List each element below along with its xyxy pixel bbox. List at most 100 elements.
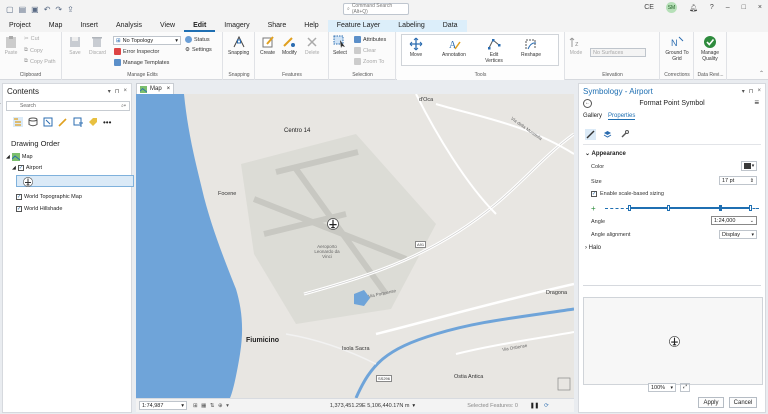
clear-selection-button[interactable]: Clear (354, 47, 376, 54)
list-by-snapping-icon[interactable] (73, 117, 83, 127)
symbol-tab-icon[interactable] (585, 129, 596, 140)
open-icon[interactable]: ▤ (19, 5, 27, 14)
scale-dropdown[interactable]: 1:74,987 ▾ (139, 401, 187, 410)
pin-icon[interactable]: ⊓ (115, 88, 120, 95)
snapping-button[interactable]: Snapping (228, 35, 249, 56)
slider-stop-4[interactable] (749, 205, 752, 211)
new-icon[interactable]: ▢ (6, 5, 14, 14)
add-stop-icon[interactable]: + (591, 204, 596, 213)
cut-button[interactable]: ✂ Cut (24, 36, 39, 42)
expand-caret-icon[interactable]: ◢ (6, 154, 10, 160)
map-view[interactable]: d'Oca Centro 14 Focene Aeroporto Leonard… (136, 94, 574, 398)
scale-based-sizing-checkbox[interactable]: ✓ Enable scale-based sizing (591, 191, 664, 197)
tab-data[interactable]: Data (434, 22, 467, 32)
expand-caret-icon[interactable]: ◢ (12, 165, 16, 171)
tab-map[interactable]: Map (40, 22, 72, 32)
airport-point-symbol[interactable] (327, 218, 339, 230)
paste-button[interactable]: Paste (4, 35, 18, 56)
list-by-source-icon[interactable] (28, 117, 38, 127)
topology-dropdown[interactable]: ⊞ No Topology ▾ (113, 36, 181, 45)
slider-stop-1[interactable] (628, 205, 631, 211)
chevron-down-icon[interactable]: ▾ (412, 403, 415, 409)
move-tool[interactable]: Move (409, 37, 423, 58)
settings-button[interactable]: ⚙ Settings (185, 47, 212, 53)
list-by-editing-icon[interactable] (58, 117, 68, 127)
list-by-labeling-icon[interactable] (88, 117, 98, 127)
angle-input[interactable]: 1:24,000 ⌄ (711, 216, 757, 225)
structure-tab-icon[interactable] (619, 129, 630, 140)
status-button[interactable]: Status (185, 36, 210, 43)
topo-visibility-checkbox[interactable]: ✓ (16, 194, 22, 200)
save-edits-button[interactable]: Save (68, 35, 82, 56)
spinner-icon[interactable]: ⇕ (750, 178, 754, 184)
checkbox[interactable]: ✓ (591, 191, 597, 197)
tab-properties[interactable]: Properties (608, 113, 636, 120)
delete-button[interactable]: Delete (305, 35, 319, 56)
preview-options-icon[interactable]: ⤢ (680, 383, 690, 392)
hillshade-visibility-checkbox[interactable]: ✓ (16, 206, 22, 212)
contents-search-input[interactable]: ▼ Search ⌕▾ (0, 101, 130, 111)
layer-airport[interactable]: ◢ ✓ Airport (12, 165, 42, 171)
airport-symbol-row[interactable] (16, 175, 134, 187)
manage-templates-button[interactable]: Manage Templates (114, 59, 169, 66)
close-pane-icon[interactable]: × (757, 88, 761, 95)
pane-options-icon[interactable]: ▾ (108, 88, 111, 95)
manage-quality-button[interactable]: Manage Quality (697, 35, 723, 62)
close-tab-icon[interactable]: × (167, 86, 171, 92)
collapse-ribbon-icon[interactable]: ⌃ (759, 70, 764, 77)
tab-insert[interactable]: Insert (71, 22, 107, 32)
close-button[interactable]: × (758, 4, 762, 11)
slider-stop-3[interactable] (719, 205, 722, 211)
undo-icon[interactable]: ↶ (44, 5, 51, 14)
slider-stop-2[interactable] (667, 205, 670, 211)
cancel-button[interactable]: Cancel (729, 397, 757, 408)
help-icon[interactable]: ? (710, 4, 714, 11)
create-button[interactable]: Create (260, 35, 275, 56)
map-view-tab[interactable]: Map × (136, 83, 174, 94)
tab-share[interactable]: Share (259, 22, 296, 32)
tab-analysis[interactable]: Analysis (107, 22, 151, 32)
tab-imagery[interactable]: Imagery (215, 22, 258, 32)
list-by-selection-icon[interactable] (43, 117, 53, 127)
list-by-drawing-order-icon[interactable] (13, 117, 23, 127)
splitter[interactable] (583, 285, 761, 286)
bell-icon[interactable]: 🔔︎ (689, 4, 698, 12)
spinner-icon[interactable]: ⌄ (750, 218, 754, 224)
angle-alignment-dropdown[interactable]: Display ▾ (719, 230, 757, 239)
layer-world-topographic-map[interactable]: ✓ World Topographic Map (16, 194, 82, 200)
tab-edit[interactable]: Edit (184, 22, 216, 32)
pin-icon[interactable]: ⊓ (749, 88, 754, 95)
halo-section[interactable]: › Halo (585, 245, 601, 251)
elevation-mode-button[interactable]: z Mode (569, 35, 583, 56)
scale-size-slider[interactable]: + (591, 204, 759, 214)
tab-help[interactable]: Help (295, 22, 327, 32)
size-input[interactable]: 17 pt ⇕ (719, 176, 757, 185)
reshape-tool[interactable]: Reshape (521, 37, 541, 58)
tab-view[interactable]: View (151, 22, 184, 32)
zoom-to-button[interactable]: Zoom To (354, 58, 384, 65)
maximize-button[interactable]: □ (742, 4, 746, 11)
tab-project[interactable]: Project (0, 22, 40, 32)
minimize-button[interactable]: – (726, 4, 730, 11)
layers-tab-icon[interactable] (602, 129, 613, 140)
layer-world-hillshade[interactable]: ✓ World Hillshade (16, 206, 62, 212)
apply-button[interactable]: Apply (698, 397, 724, 408)
tab-feature-layer[interactable]: Feature Layer (328, 22, 390, 32)
copy-button[interactable]: ⧉ Copy (24, 47, 43, 54)
share-icon[interactable]: ⇪ (67, 5, 74, 14)
appearance-section[interactable]: ⌄ Appearance (585, 150, 626, 157)
hamburger-menu-icon[interactable]: ≡ (754, 98, 759, 107)
copy-path-button[interactable]: ⧉ Copy Path (24, 58, 56, 65)
annotation-tool[interactable]: A Annotation (442, 37, 466, 58)
attributes-button[interactable]: Attributes (354, 36, 386, 43)
close-pane-icon[interactable]: × (123, 88, 127, 95)
status-tools-icons[interactable]: ⊞ ▦ ⇅ ⊕ ▾ (193, 403, 230, 409)
tab-labeling[interactable]: Labeling (389, 22, 433, 32)
ground-to-grid-button[interactable]: N Ground To Grid (664, 35, 690, 62)
refresh-icon[interactable]: ⟳ (544, 403, 549, 409)
airport-visibility-checkbox[interactable]: ✓ (17, 165, 24, 171)
layer-map[interactable]: ◢ Map (6, 153, 33, 161)
select-button[interactable]: Select (333, 35, 347, 56)
save-icon[interactable]: ▣ (31, 5, 39, 14)
more-options-icon[interactable]: ••• (103, 118, 111, 127)
